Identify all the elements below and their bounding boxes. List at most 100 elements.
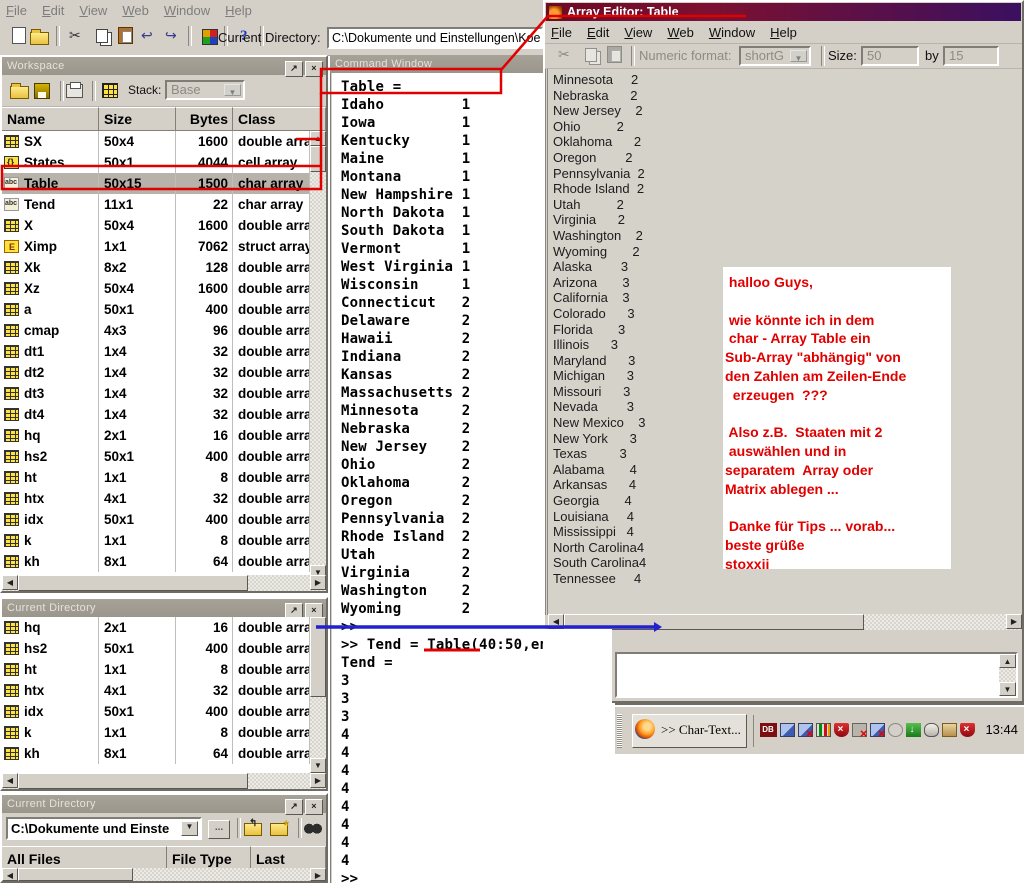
table-row[interactable]: X50x41600double array <box>2 215 310 236</box>
file-list-headers[interactable]: All Files File Type Last <box>2 846 326 870</box>
chevron-down-icon[interactable]: ▼ <box>224 84 241 96</box>
array-editor-row[interactable]: South Carolina4 <box>553 555 646 571</box>
size-rows-field[interactable]: 50 <box>861 46 919 66</box>
array-editor-row[interactable]: Oregon 2 <box>553 150 646 166</box>
array-editor-row[interactable]: Illinois 3 <box>553 337 646 353</box>
open-folder-icon[interactable] <box>10 81 30 99</box>
array-editor-row[interactable]: Nevada 3 <box>553 399 646 415</box>
network-error-icon[interactable] <box>798 723 813 737</box>
column-size[interactable]: Size <box>99 107 176 131</box>
scroll-right-icon[interactable]: ▶ <box>310 773 326 788</box>
column-name[interactable]: Name <box>2 107 99 131</box>
array-editor-row[interactable]: Nebraska 2 <box>553 88 646 104</box>
save-icon[interactable] <box>34 81 54 99</box>
delete-variable-icon[interactable] <box>98 81 118 99</box>
workspace-vertical-scrollbar[interactable]: ▲ ▼ <box>310 131 326 580</box>
network-icon[interactable] <box>780 723 795 737</box>
table-row[interactable]: htx4x132double array <box>2 488 310 509</box>
paste-icon[interactable] <box>603 46 623 64</box>
shield-icon[interactable] <box>834 723 849 737</box>
scroll-left-icon[interactable]: ◀ <box>548 614 564 629</box>
scroll-left-icon[interactable]: ◀ <box>2 575 18 590</box>
table-row[interactable]: ht1x18double array <box>2 659 310 680</box>
simulink-icon[interactable] <box>198 27 218 45</box>
scroll-up-icon[interactable]: ▲ <box>310 131 326 146</box>
array-editor-row[interactable]: Colorado 3 <box>553 306 646 322</box>
menu-edit[interactable]: Edit <box>38 0 75 22</box>
array-editor-row[interactable]: Alaska 3 <box>553 259 646 275</box>
table-row[interactable]: SX50x41600double array <box>2 131 310 152</box>
find-files-icon[interactable] <box>304 818 324 836</box>
table-row[interactable]: Xk8x2128double array <box>2 257 310 278</box>
array-editor-row[interactable]: Rhode Island 2 <box>553 181 646 197</box>
array-editor-row[interactable]: Mississippi 4 <box>553 524 646 540</box>
array-editor-row[interactable]: Missouri 3 <box>553 384 646 400</box>
array-editor-row[interactable]: New Mexico 3 <box>553 415 646 431</box>
scroll-up-icon[interactable]: ▲ <box>999 654 1016 668</box>
array-editor-row[interactable]: Maryland 3 <box>553 353 646 369</box>
taskbar-clock[interactable]: 13:44 <box>985 722 1018 737</box>
array-editor-row[interactable]: Pennsylvania 2 <box>553 166 646 182</box>
menu-file[interactable]: File <box>547 22 583 43</box>
copy-icon[interactable] <box>579 46 599 64</box>
table-row[interactable]: dt31x432double array <box>2 383 310 404</box>
array-editor-horizontal-scrollbar[interactable]: ◀ ▶ <box>548 614 1022 630</box>
new-document-icon[interactable] <box>6 27 26 45</box>
mouse-icon[interactable] <box>924 723 939 737</box>
task-button-firefox[interactable]: >> Char-Text... <box>632 714 747 748</box>
scroll-down-icon[interactable]: ▼ <box>310 758 326 773</box>
undo-icon[interactable] <box>138 27 158 45</box>
array-editor-row[interactable]: Washington 2 <box>553 228 646 244</box>
redo-icon[interactable] <box>162 27 182 45</box>
array-editor-row[interactable]: Wyoming 2 <box>553 244 646 260</box>
column-last-modified[interactable]: Last <box>251 846 326 870</box>
table-row[interactable]: States50x14044cell array <box>2 152 310 173</box>
array-editor-row[interactable]: Alabama 4 <box>553 462 646 478</box>
menu-web[interactable]: Web <box>118 0 160 22</box>
table-row[interactable]: hs250x1400double array <box>2 638 310 659</box>
stack-select[interactable]: Base ▼ <box>165 80 245 100</box>
chevron-down-icon[interactable]: ▼ <box>790 50 807 62</box>
workspace-horizontal-scrollbar[interactable]: ◀ ▶ <box>2 575 326 591</box>
array-editor-row[interactable]: North Carolina4 <box>553 540 646 556</box>
up-directory-icon[interactable] <box>244 818 264 836</box>
table-row[interactable]: Ximp1x17062struct array <box>2 236 310 257</box>
table-row[interactable]: hs250x1400double array <box>2 446 310 467</box>
table-row[interactable]: hq2x116double array <box>2 617 310 638</box>
text-input-area[interactable]: ▲ ▼ <box>615 652 1018 698</box>
column-all-files[interactable]: All Files <box>2 846 167 870</box>
column-bytes[interactable]: Bytes <box>176 107 233 131</box>
db-badge[interactable]: DB <box>760 723 777 737</box>
array-editor-row[interactable]: Minnesota 2 <box>553 72 646 88</box>
audio-error-icon[interactable] <box>852 723 867 737</box>
menu-window[interactable]: Window <box>705 22 766 43</box>
workspace-column-headers[interactable]: Name Size Bytes Class <box>2 107 326 131</box>
array-editor-row[interactable]: Ohio 2 <box>553 119 646 135</box>
scroll-right-icon[interactable]: ▶ <box>1006 614 1022 629</box>
chart-icon[interactable] <box>816 723 831 737</box>
table-row[interactable]: Xz50x41600double array <box>2 278 310 299</box>
array-editor-row[interactable]: Tennessee 4 <box>553 571 646 587</box>
table-row[interactable]: idx50x1400double array <box>2 509 310 530</box>
array-editor-row[interactable]: Georgia 4 <box>553 493 646 509</box>
table-row[interactable]: k1x18double array <box>2 530 310 551</box>
current-directory-input[interactable]: C:\Dokumente und Einstellungen\Koernig <box>327 27 543 49</box>
update-icon[interactable] <box>906 723 921 737</box>
menu-view[interactable]: View <box>620 22 663 43</box>
menu-web[interactable]: Web <box>663 22 705 43</box>
table-row[interactable]: dt11x432double array <box>2 341 310 362</box>
scroll-right-icon[interactable]: ▶ <box>310 575 326 590</box>
menu-file[interactable]: File <box>2 0 38 22</box>
table-row[interactable]: ht1x18double array <box>2 467 310 488</box>
paste-icon[interactable] <box>114 27 134 45</box>
utility-icon[interactable] <box>942 723 957 737</box>
table-row[interactable]: k1x18double array <box>2 722 310 743</box>
panel-horizontal-scrollbar[interactable]: ◀ ▶ <box>2 773 326 789</box>
table-row[interactable]: dt41x432double array <box>2 404 310 425</box>
copy-icon[interactable] <box>90 27 110 45</box>
speaker-icon[interactable] <box>888 723 903 737</box>
size-cols-field[interactable]: 15 <box>943 46 999 66</box>
menu-help[interactable]: Help <box>221 0 263 22</box>
browse-button[interactable]: ... <box>208 820 230 839</box>
column-file-type[interactable]: File Type <box>167 846 251 870</box>
